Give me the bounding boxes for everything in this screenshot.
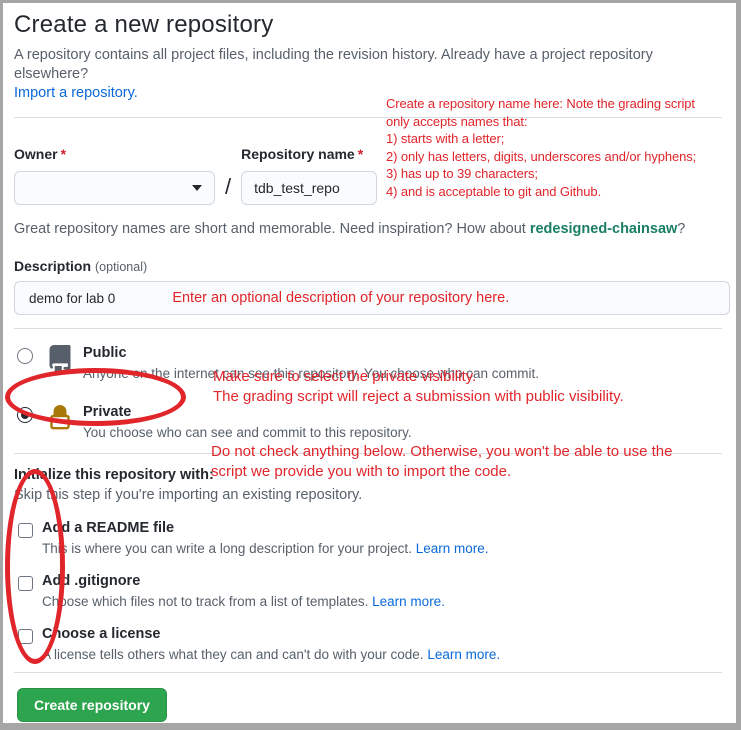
readme-label: Add a README file <box>42 520 488 536</box>
repo-book-icon <box>45 344 75 374</box>
private-radio[interactable] <box>17 407 33 423</box>
readme-checkbox[interactable] <box>18 523 33 538</box>
description-input[interactable]: demo for lab 0 Enter an optional descrip… <box>14 281 730 315</box>
readme-learn-more-link[interactable]: Learn more. <box>416 541 489 556</box>
public-radio[interactable] <box>17 348 33 364</box>
divider <box>14 328 722 329</box>
required-asterisk: * <box>358 146 363 162</box>
readme-description: This is where you can write a long descr… <box>42 541 488 556</box>
repo-name-hint: Great repository names are short and mem… <box>14 221 722 237</box>
option-choose-license[interactable]: Choose a license A license tells others … <box>14 626 722 662</box>
initialize-annotation: Do not check anything below. Otherwise, … <box>211 442 672 482</box>
suggested-repo-name[interactable]: redesigned-chainsaw <box>530 221 677 237</box>
license-learn-more-link[interactable]: Learn more. <box>427 647 500 662</box>
private-annotation: Make sure to select the private visibili… <box>213 367 624 407</box>
description-label: Description(optional) <box>14 258 722 274</box>
page-title: Create a new repository <box>14 11 722 39</box>
option-add-readme[interactable]: Add a README file This is where you can … <box>14 520 722 556</box>
public-label: Public <box>83 344 539 363</box>
option-add-gitignore[interactable]: Add .gitignore Choose which files not to… <box>14 573 722 609</box>
required-asterisk: * <box>61 146 66 162</box>
initialize-hint: Skip this step if you're importing an ex… <box>14 487 722 503</box>
gitignore-learn-more-link[interactable]: Learn more. <box>372 594 445 609</box>
repo-name-annotation: Create a repository name here: Note the … <box>386 95 696 200</box>
owner-select[interactable] <box>14 171 215 205</box>
description-annotation: Enter an optional description of your re… <box>172 290 509 306</box>
lock-icon <box>45 403 75 433</box>
create-repository-button[interactable]: Create repository <box>17 688 167 722</box>
visibility-option-private[interactable]: Private You choose who can see and commi… <box>14 403 722 440</box>
owner-label: Owner* <box>14 146 215 162</box>
description-value: demo for lab 0 <box>29 291 115 306</box>
repo-name-label: Repository name* <box>241 146 377 162</box>
owner-repo-separator: / <box>225 174 231 200</box>
divider <box>14 672 722 673</box>
repo-name-input[interactable]: tdb_test_repo <box>241 171 377 205</box>
license-description: A license tells others what they can and… <box>42 647 500 662</box>
private-description: You choose who can see and commit to thi… <box>83 425 412 440</box>
create-repository-page: Create a new repository A repository con… <box>0 0 741 730</box>
license-checkbox[interactable] <box>18 629 33 644</box>
gitignore-description: Choose which files not to track from a l… <box>42 594 445 609</box>
gitignore-label: Add .gitignore <box>42 573 445 589</box>
chevron-down-icon <box>192 185 202 191</box>
import-repository-link[interactable]: Import a repository. <box>14 85 138 101</box>
gitignore-checkbox[interactable] <box>18 576 33 591</box>
page-subtitle: A repository contains all project files,… <box>14 46 722 84</box>
license-label: Choose a license <box>42 626 500 642</box>
